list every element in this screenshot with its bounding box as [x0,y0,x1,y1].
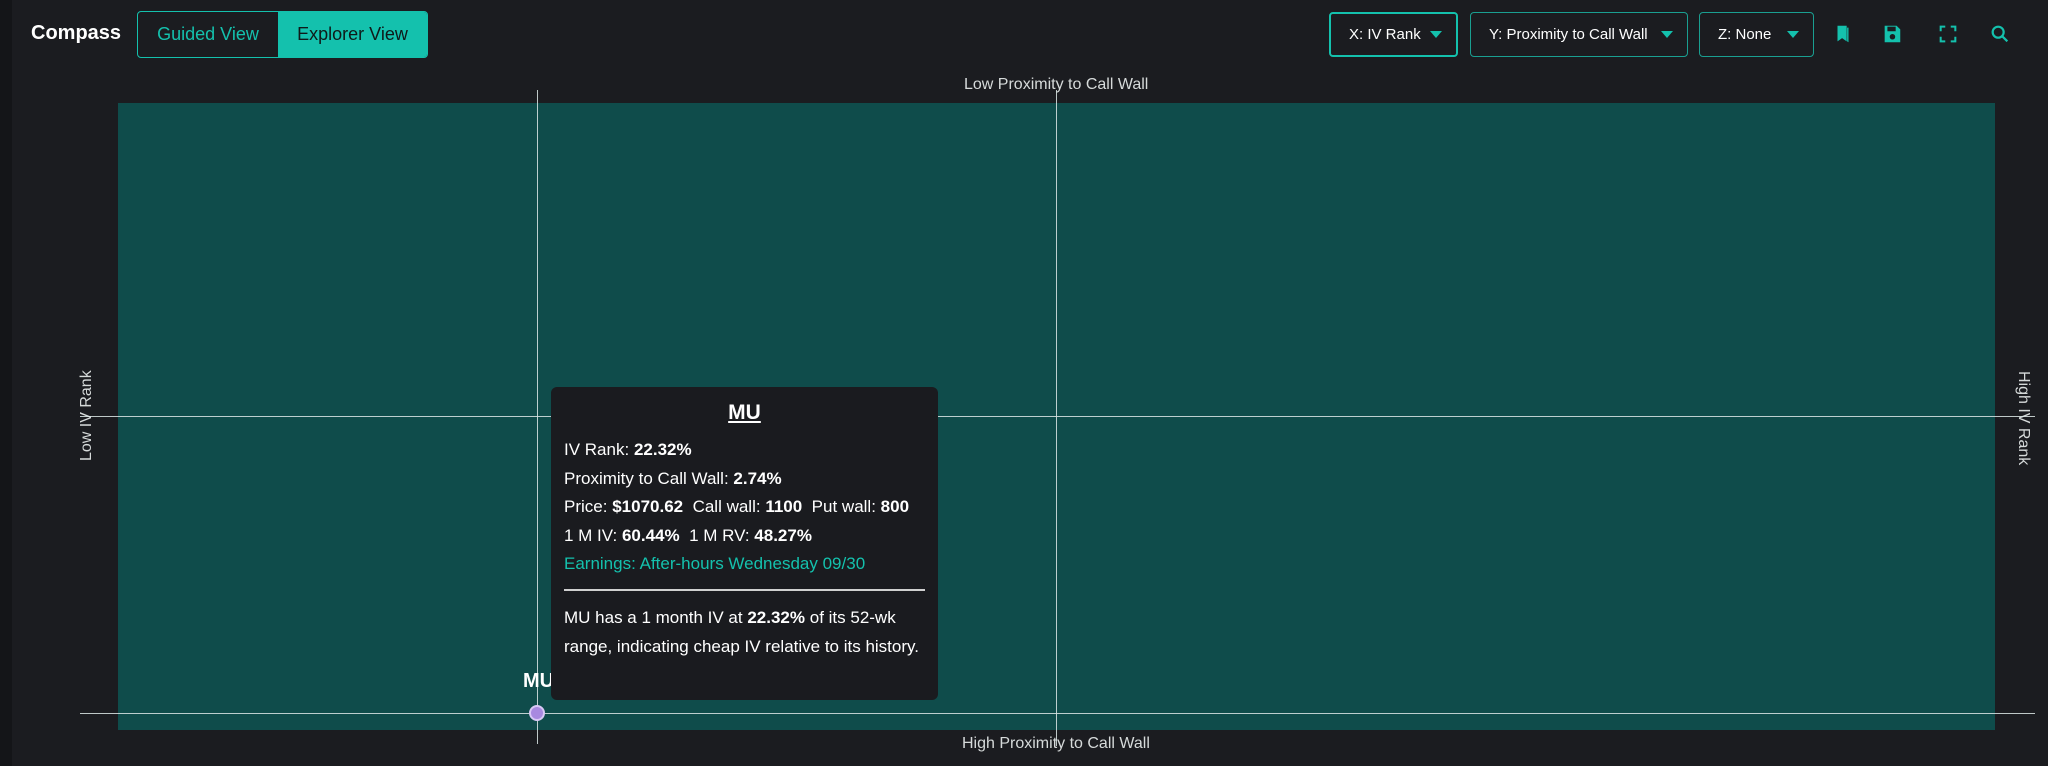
tooltip-iv-rv: 1 M IV: 60.44% 1 M RV: 48.27% [564,525,812,545]
point-tooltip: MU IV Rank: 22.32% Proximity to Call Wal… [551,387,938,700]
tooltip-symbol: MU [728,401,761,424]
app-brand: Compass [31,22,122,44]
axis-label-right: High IV Rank [2015,371,2032,466]
chevron-down-icon [1661,31,1673,38]
x-axis-selector[interactable]: X: IV Rank [1329,12,1458,57]
tooltip-price-walls: Price: $1070.62 Call wall: 1100 Put wall… [564,497,910,516]
top-bar: Compass Guided View Explorer View X: IV … [0,0,2048,70]
vertical-mid-axis [1056,90,1057,746]
scatter-point-mu[interactable] [528,705,545,721]
left-edge-strip [0,0,12,766]
view-toggle: Guided View Explorer View [137,11,428,58]
chevron-down-icon [1430,31,1442,38]
horizontal-baseline-axis [80,713,2035,714]
fullscreen-icon[interactable] [1934,20,1962,48]
tooltip-divider [564,588,925,591]
explorer-view-button[interactable]: Explorer View [278,12,427,57]
scatter-point-label: MU [522,670,555,692]
tooltip-proximity: Proximity to Call Wall: 2.74% [564,468,782,488]
guided-view-button[interactable]: Guided View [138,12,278,57]
bookmarks-icon[interactable] [1829,20,1857,48]
tooltip-iv-rank: IV Rank: 22.32% [564,440,692,459]
z-axis-selector-label: Z: None [1718,26,1772,43]
y-axis-selector[interactable]: Y: Proximity to Call Wall [1470,12,1688,57]
tooltip-earnings: Earnings: After-hours Wednesday 09/30 [564,554,866,573]
zoom-icon[interactable] [1986,20,2014,48]
y-axis-selector-label: Y: Proximity to Call Wall [1489,26,1648,43]
horizontal-mid-axis [80,416,2035,417]
chevron-down-icon [1787,31,1799,38]
save-icon[interactable] [1878,20,1906,48]
x-axis-selector-label: X: IV Rank [1349,26,1421,43]
point-crosshair-vertical [536,90,538,744]
z-axis-selector[interactable]: Z: None [1699,12,1814,57]
tooltip-description: MU has a 1 month IV at 22.32% of its 52-… [564,607,919,656]
